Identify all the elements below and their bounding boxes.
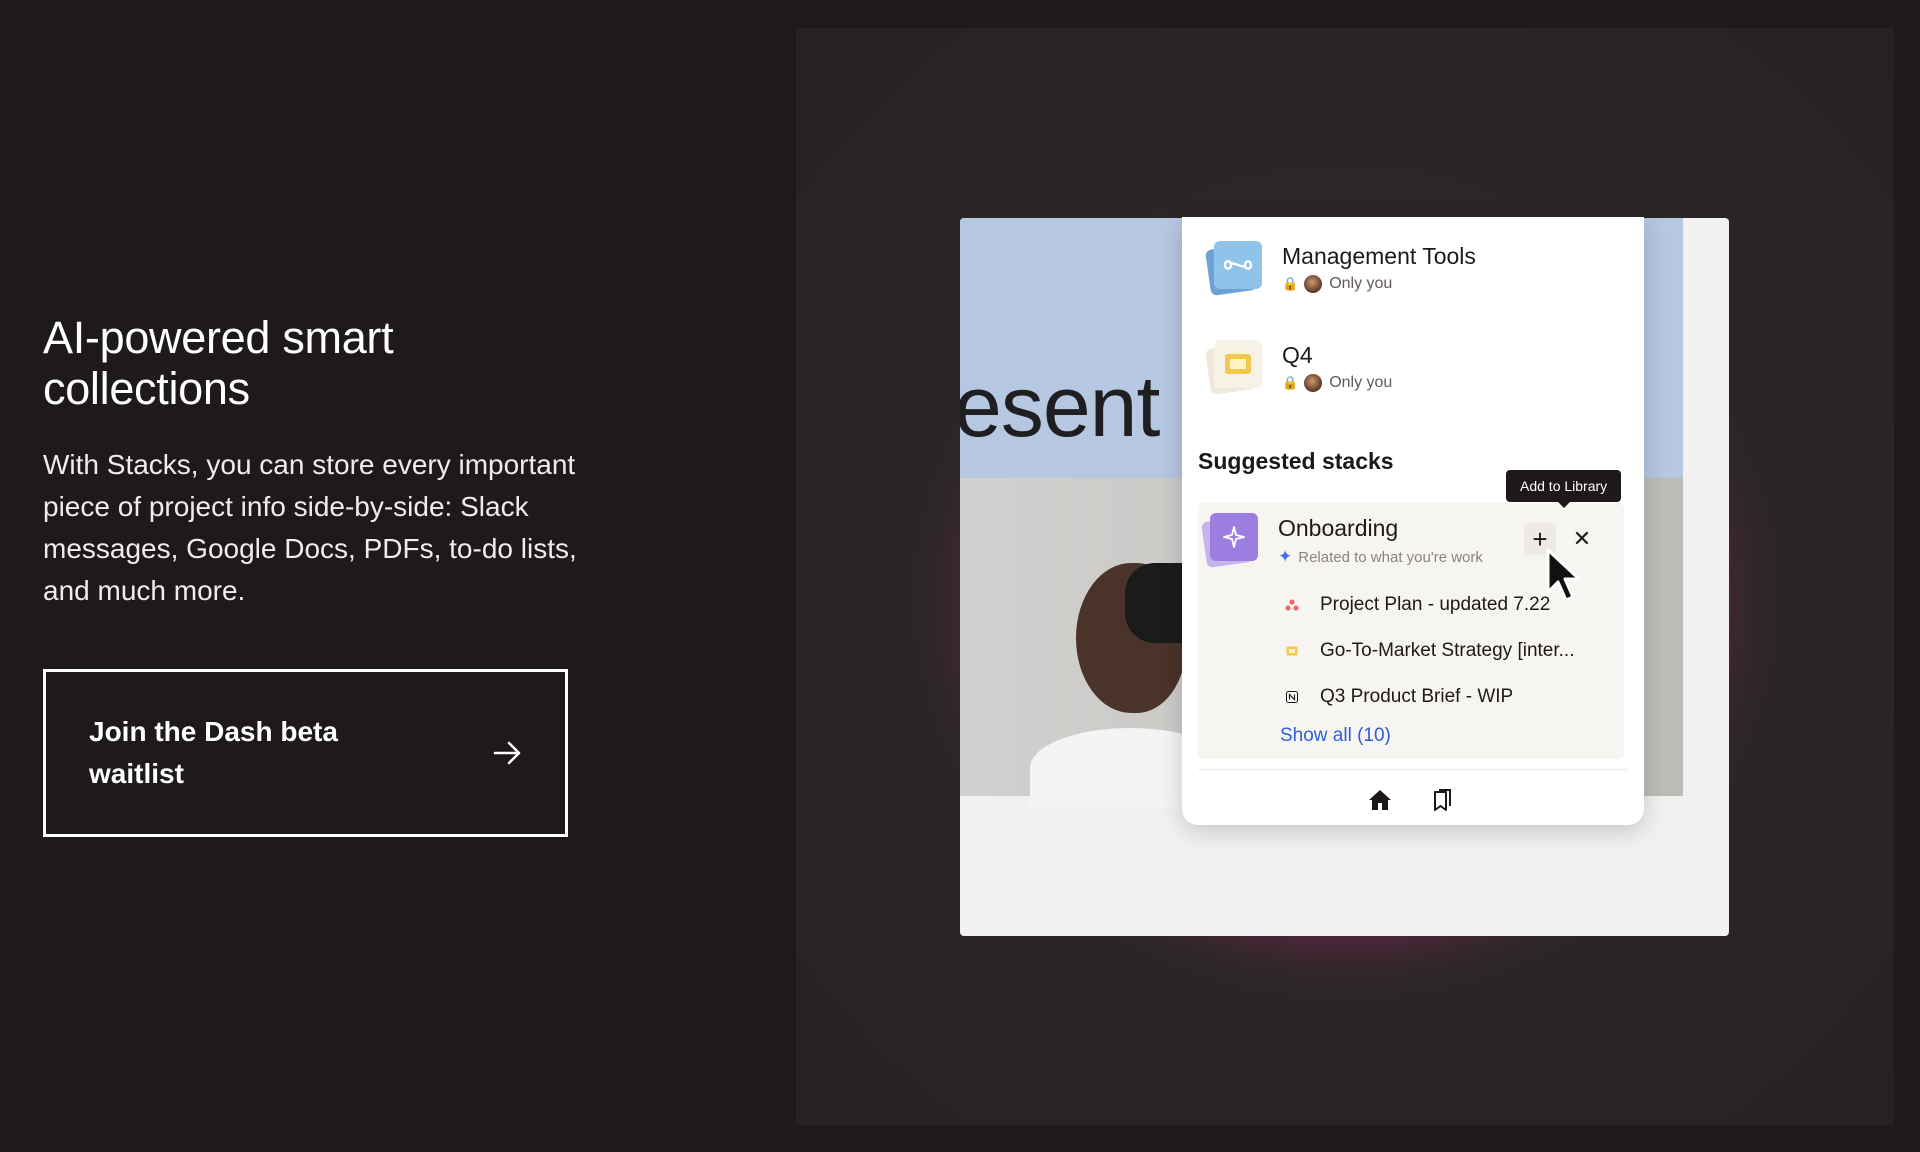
suggested-stack-title: Onboarding: [1278, 515, 1399, 541]
bookmark-stack-icon[interactable]: [1432, 789, 1452, 816]
stack-visibility: 🔒 Only you: [1282, 374, 1392, 392]
avatar: [1304, 275, 1323, 293]
file-name: Go-To-Market Strategy [inter...: [1320, 640, 1575, 661]
lock-icon: 🔒: [1282, 375, 1299, 390]
visibility-label: Only you: [1329, 275, 1393, 292]
suggested-stack-header[interactable]: Onboarding ✦ Related to what you're work: [1201, 513, 1508, 568]
hero-headline: AI-powered smart collections: [43, 312, 394, 414]
visibility-label: Only you: [1329, 374, 1393, 391]
file-item-project-plan[interactable]: Project Plan - updated 7.22: [1284, 594, 1550, 616]
suggested-stack-card: Onboarding ✦ Related to what you're work…: [1198, 470, 1624, 759]
suggested-stack-reason: Related to what you're work: [1298, 548, 1483, 566]
hero-section: AI-powered smart collections With Stacks…: [43, 312, 603, 612]
stack-item-management-tools[interactable]: Management Tools 🔒 Only you: [1205, 241, 1476, 296]
file-name: Project Plan - updated 7.22: [1320, 594, 1551, 615]
sparkle-stack-icon: [1201, 513, 1258, 568]
file-item-go-to-market[interactable]: Go-To-Market Strategy [inter...: [1284, 640, 1574, 662]
join-waitlist-label: Join the Dash beta waitlist: [89, 716, 338, 789]
sparkle-icon: ✦: [1278, 547, 1293, 566]
mouse-pointer-icon: [1545, 548, 1585, 611]
home-icon[interactable]: [1368, 789, 1392, 816]
presentation-word: esent: [960, 359, 1160, 455]
suggested-stacks-heading: Suggested stacks: [1198, 448, 1394, 474]
notion-icon: [1284, 689, 1300, 705]
lock-icon: 🔒: [1282, 276, 1299, 291]
stack-item-q4[interactable]: Q4 🔒 Only you: [1205, 340, 1392, 395]
suggested-stack-subtitle: ✦ Related to what you're work: [1278, 547, 1508, 567]
file-name: Q3 Product Brief - WIP: [1320, 686, 1514, 707]
arrow-right-icon: [493, 740, 523, 766]
join-waitlist-button[interactable]: Join the Dash beta waitlist: [43, 669, 568, 837]
stack-title: Q4: [1282, 342, 1313, 368]
asana-icon: [1284, 597, 1300, 613]
hero-description: With Stacks, you can store every importa…: [43, 449, 577, 606]
avatar: [1304, 374, 1323, 392]
stacks-panel: Management Tools 🔒 Only you Q4 🔒 Only yo…: [1182, 217, 1644, 825]
stack-title: Management Tools: [1282, 243, 1476, 269]
divider: [1198, 769, 1628, 770]
stack-visibility: 🔒 Only you: [1282, 275, 1476, 293]
add-to-library-tooltip: Add to Library: [1506, 470, 1622, 508]
show-all-link[interactable]: Show all (10): [1280, 725, 1391, 747]
infinity-icon: [1205, 241, 1262, 296]
slides-icon: [1205, 340, 1262, 395]
file-item-q3-brief[interactable]: Q3 Product Brief - WIP: [1284, 686, 1513, 708]
slides-icon: [1284, 643, 1300, 659]
